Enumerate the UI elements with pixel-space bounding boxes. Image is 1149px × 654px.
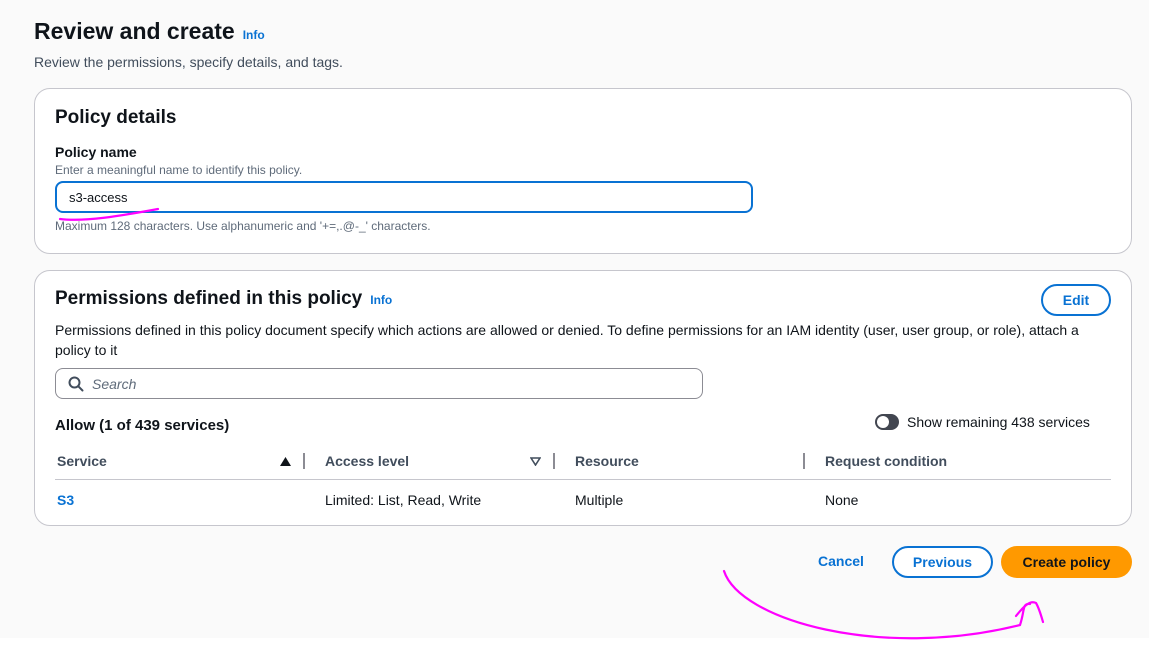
permissions-title-text: Permissions defined in this policy xyxy=(55,288,363,309)
show-remaining-toggle[interactable] xyxy=(875,414,899,430)
page-bottom-strip xyxy=(0,638,1149,654)
policy-name-label: Policy name xyxy=(55,144,137,160)
column-header-request-condition[interactable]: Request condition xyxy=(825,453,947,469)
policy-name-input[interactable] xyxy=(55,181,753,213)
column-separator xyxy=(803,453,805,469)
sort-ascending-icon[interactable] xyxy=(280,457,291,466)
policy-name-constraint: Maximum 128 characters. Use alphanumeric… xyxy=(55,219,431,233)
row-request-condition: None xyxy=(825,492,859,508)
row-service-link[interactable]: S3 xyxy=(57,492,74,508)
column-header-resource[interactable]: Resource xyxy=(575,453,639,469)
sort-descending-icon[interactable] xyxy=(530,457,541,466)
show-remaining-toggle-group: Show remaining 438 services xyxy=(875,414,1090,430)
policy-details-card: Policy details Policy name Enter a meani… xyxy=(34,88,1132,254)
previous-button[interactable]: Previous xyxy=(892,546,993,578)
annotation-arrow-head xyxy=(1014,601,1045,624)
page-info-link[interactable]: Info xyxy=(243,28,265,42)
annotation-arrow-curve xyxy=(722,569,1032,640)
search-input[interactable] xyxy=(92,375,692,392)
permissions-card: Permissions defined in this policy Info … xyxy=(34,270,1132,526)
cancel-button[interactable]: Cancel xyxy=(818,553,864,569)
page-title: Review and create Info xyxy=(34,18,265,45)
policy-name-description: Enter a meaningful name to identify this… xyxy=(55,163,303,177)
table-header-rule xyxy=(55,479,1111,480)
allow-heading: Allow (1 of 439 services) xyxy=(55,417,230,434)
search-box[interactable] xyxy=(55,368,703,399)
search-icon xyxy=(68,376,84,391)
permissions-description: Permissions defined in this policy docum… xyxy=(55,322,1079,358)
show-remaining-label: Show remaining 438 services xyxy=(907,414,1090,430)
page-description: Review the permissions, specify details,… xyxy=(34,54,343,70)
column-separator xyxy=(303,453,305,469)
row-resource: Multiple xyxy=(575,492,624,508)
column-header-access-level[interactable]: Access level xyxy=(325,453,409,469)
edit-button[interactable]: Edit xyxy=(1041,284,1111,316)
page-title-text: Review and create xyxy=(34,18,235,44)
policy-details-title: Policy details xyxy=(55,107,177,128)
create-policy-button[interactable]: Create policy xyxy=(1001,546,1132,578)
column-header-service[interactable]: Service xyxy=(57,453,107,469)
toggle-knob xyxy=(877,416,889,428)
permissions-info-link[interactable]: Info xyxy=(370,293,392,307)
row-access-level: Limited: List, Read, Write xyxy=(325,492,482,508)
permissions-title: Permissions defined in this policy Info xyxy=(55,288,392,310)
column-separator xyxy=(553,453,555,469)
